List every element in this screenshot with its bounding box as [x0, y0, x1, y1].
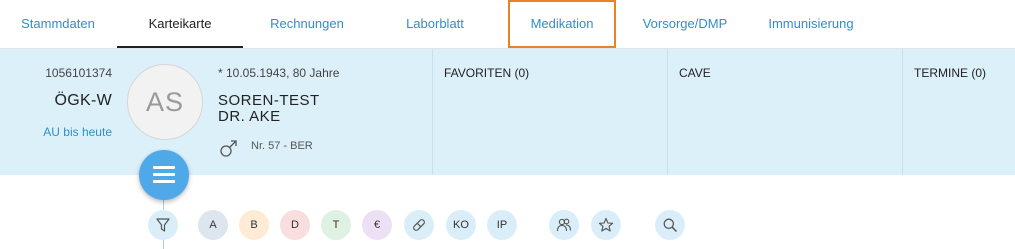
- termine-title[interactable]: TERMINE (0): [914, 66, 986, 80]
- cave-title[interactable]: CAVE: [679, 66, 711, 80]
- birth-date: * 10.05.1943, 80 Jahre: [218, 66, 340, 80]
- patient-first-name: DR. AKE: [218, 108, 281, 125]
- patient-last-name: SOREN-TEST: [218, 92, 320, 109]
- star-icon: [598, 217, 614, 232]
- filter-favorites-chip[interactable]: [591, 210, 621, 240]
- avatar[interactable]: AS: [127, 64, 203, 140]
- tab-rechnungen[interactable]: Rechnungen: [262, 0, 352, 48]
- filter-a-chip[interactable]: A: [198, 210, 228, 240]
- tab-bar: Stammdaten Karteikarte Rechnungen Laborb…: [0, 0, 1015, 49]
- users-icon: [556, 218, 572, 232]
- section-divider: [432, 49, 433, 175]
- search-button[interactable]: [655, 210, 685, 240]
- section-divider: [667, 49, 668, 175]
- tab-immunisierung[interactable]: Immunisierung: [756, 0, 866, 48]
- filter-b-chip[interactable]: B: [239, 210, 269, 240]
- favoriten-title[interactable]: FAVORITEN (0): [444, 66, 529, 80]
- tab-stammdaten[interactable]: Stammdaten: [10, 0, 106, 48]
- room-label: Nr. 57 - BER: [251, 140, 313, 152]
- tab-medikation[interactable]: Medikation: [508, 0, 616, 48]
- menu-button[interactable]: [139, 150, 189, 200]
- menu-icon: [153, 166, 175, 169]
- filter-euro-chip[interactable]: €: [362, 210, 392, 240]
- tab-karteikarte[interactable]: Karteikarte: [117, 0, 243, 48]
- filter-ip-chip[interactable]: IP: [487, 210, 517, 240]
- section-divider: [902, 49, 903, 175]
- filter-users-chip[interactable]: [549, 210, 579, 240]
- tab-vorsorge-dmp[interactable]: Vorsorge/DMP: [635, 0, 735, 48]
- tab-laborblatt[interactable]: Laborblatt: [390, 0, 480, 48]
- male-icon: [220, 140, 237, 157]
- menu-icon: [153, 180, 175, 183]
- patient-number: 1056101374: [45, 66, 112, 80]
- search-icon: [663, 218, 678, 233]
- filter-d-chip[interactable]: D: [280, 210, 310, 240]
- pill-icon: [413, 219, 425, 231]
- insurance-label: ÖGK-W: [54, 92, 112, 109]
- filter-icon[interactable]: [148, 210, 178, 240]
- au-link[interactable]: AU bis heute: [43, 125, 112, 139]
- menu-icon: [153, 173, 175, 176]
- filter-t-chip[interactable]: T: [321, 210, 351, 240]
- funnel-icon: [156, 218, 170, 232]
- filter-medication-chip[interactable]: [404, 210, 434, 240]
- filter-ko-chip[interactable]: KO: [446, 210, 476, 240]
